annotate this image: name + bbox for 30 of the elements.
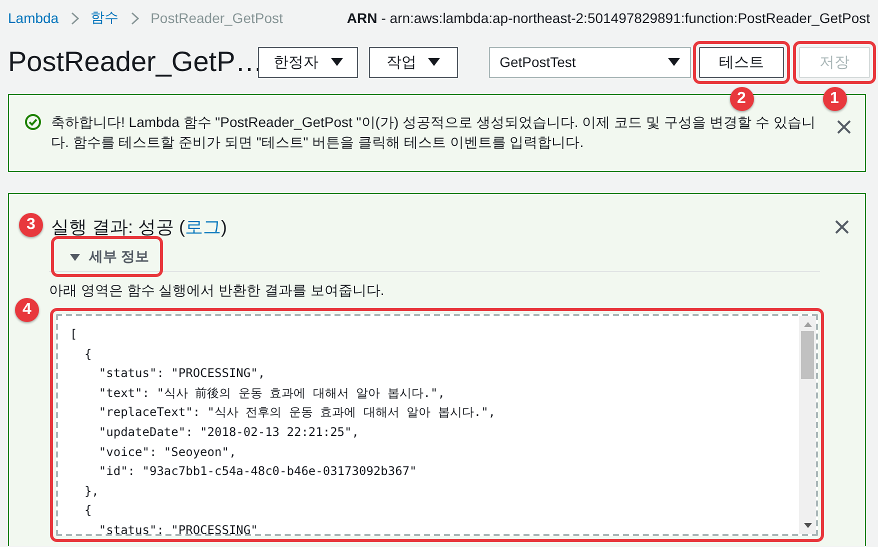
scroll-up-icon [804, 322, 812, 327]
scrollbar-thumb[interactable] [801, 331, 814, 379]
details-toggle[interactable]: 세부 정보 [57, 242, 157, 271]
description-text: 아래 영역은 함수 실행에서 반환한 결과를 보여줍니다. [49, 282, 386, 300]
close-icon[interactable] [835, 220, 849, 234]
menu-button[interactable]: 한정자 [258, 46, 358, 78]
menu-button[interactable]: 작업 [369, 46, 458, 78]
caret-icon [330, 58, 343, 66]
caret-down-icon [70, 252, 80, 262]
number-badge: 1 [822, 86, 846, 110]
close-icon[interactable] [837, 120, 851, 134]
success-icon [25, 114, 41, 130]
chevron-icon [70, 12, 79, 24]
arn-text: ARN - arn:aws:lambda:ap-northeast-2:501497829891:function:PostReader_GetPost [346, 10, 870, 26]
breadcrumb-current: PostReader_GetPost [150, 10, 283, 26]
result-title: 실행 결과: 성공 (로그) [51, 216, 227, 239]
breadcrumb-link[interactable]: Lambda [8, 10, 59, 26]
chevron-icon [130, 12, 139, 24]
output-code: [ { "status": "PROCESSING", "text": "식사 前後의 운동 효과에 대해서 알아 봅시다.", "replaceText": "식사 전후의 운동 효과에 대해서 알아 봅시다.", "updateDate": "2018-02-13 22:21:25", "voice": "Seoyeon", "id": "93ac7bb1-c54a-48c0-b46e-03173092b367" }, { "status": "PROCESSING" [69, 326, 497, 534]
caret-icon [428, 58, 440, 66]
test-event-select[interactable]: GetPostTest [488, 46, 691, 78]
log-link[interactable]: 로그 [185, 217, 221, 237]
scroll-down-icon [804, 523, 812, 528]
number-badge: 2 [730, 86, 754, 110]
scrollbar[interactable] [799, 316, 816, 534]
number-badge: 3 [19, 213, 43, 237]
breadcrumb-link[interactable]: 함수 [90, 9, 119, 27]
notice-text: 축하합니다! Lambda 함수 "PostReader_GetPost "이(가) 성공적으로 생성되었습니다. 이제 코드 및 구성을 변경할 수 있습니다. 함수를 테스트할 준비가 되면 "테스트" 버튼을 클릭해 테스트 이벤트를 입력합니다. [51, 113, 816, 152]
number-badge: 4 [15, 298, 39, 322]
caret-icon [668, 58, 680, 66]
